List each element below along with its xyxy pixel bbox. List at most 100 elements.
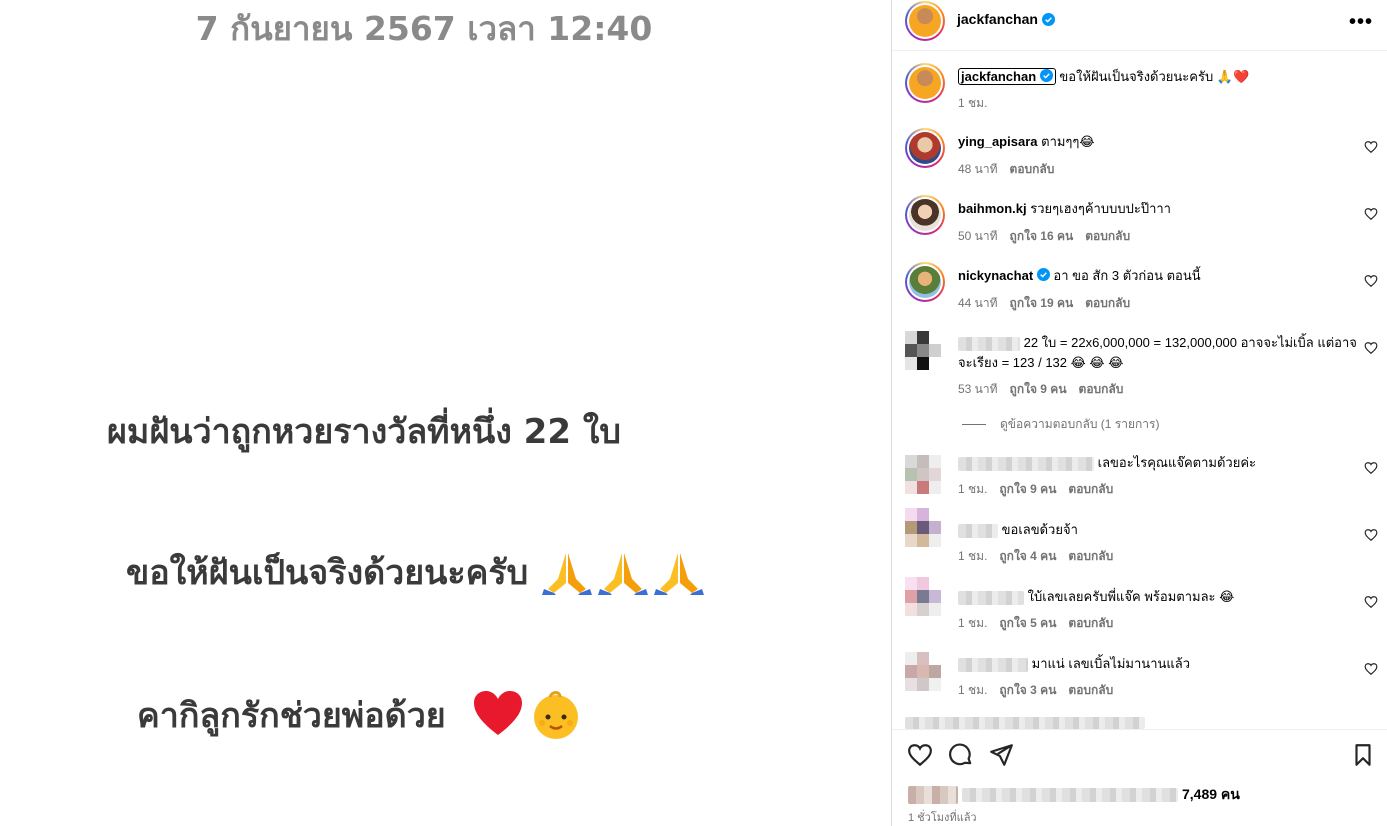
- comment-time: 44 นาที: [958, 296, 998, 310]
- verified-badge-icon: [1041, 12, 1055, 26]
- likes-summary[interactable]: 7,489 คน: [908, 784, 1240, 806]
- reply-button[interactable]: ตอบกลับ: [1068, 547, 1113, 566]
- post-line-2-text: ขอให้ฝันเป็นจริงด้วยนะครับ: [126, 553, 529, 593]
- comment-meta: 1 ชม. ถูกใจ 4 คน ตอบกลับ: [958, 547, 1113, 566]
- comment-body: baihmon.kj รวยๆเฮงๆค้าบบบปะป๊าาา: [958, 199, 1358, 219]
- praying-hands-emoji-row: [542, 549, 705, 595]
- caption-username-box[interactable]: jackfanchan: [958, 68, 1056, 85]
- comment-text: มาแน่ เลขเบิ้ลไม่มานานแล้ว: [1031, 656, 1191, 671]
- caption-time: 1 ชม.: [958, 96, 988, 110]
- post-date-text: 7 กันยายน 2567 เวลา 12:40: [195, 9, 653, 48]
- like-comment-icon[interactable]: [1364, 274, 1378, 288]
- comment-likes[interactable]: ถูกใจ 16 คน: [1010, 227, 1074, 246]
- like-comment-icon[interactable]: [1364, 207, 1378, 221]
- comment-likes[interactable]: ถูกใจ 4 คน: [999, 547, 1056, 566]
- like-comment-icon[interactable]: [1364, 595, 1378, 609]
- comment-time: 53 นาที: [958, 382, 998, 396]
- comment-username[interactable]: ying_apisara: [958, 134, 1038, 149]
- comment-avatar[interactable]: [905, 652, 941, 692]
- comment-time: 1 ชม.: [958, 549, 988, 563]
- comment-avatar[interactable]: [905, 262, 945, 302]
- likes-count[interactable]: 7,489 คน: [1182, 784, 1240, 806]
- comment-likes[interactable]: ถูกใจ 19 คน: [1010, 294, 1074, 313]
- comment-avatar[interactable]: [905, 577, 941, 617]
- comment-avatar[interactable]: [905, 331, 941, 371]
- view-replies-button[interactable]: ดูข้อความตอบกลับ (1 รายการ): [962, 415, 1159, 434]
- comment-text: ขอเลขด้วยจ้า: [1001, 522, 1078, 537]
- post-line-1-text: ผมฝันว่าถูกหวยรางวัลที่หนึ่ง 22 ใบ: [107, 412, 622, 452]
- like-comment-icon[interactable]: [1364, 461, 1378, 475]
- blurred-username[interactable]: [958, 523, 998, 538]
- comment-meta: 50 นาที ถูกใจ 16 คน ตอบกลับ: [958, 227, 1130, 246]
- comment-meta: 44 นาที ถูกใจ 19 คน ตอบกลับ: [958, 294, 1130, 313]
- reply-button[interactable]: ตอบกลับ: [1079, 380, 1124, 399]
- post-image: 7 กันยายน 2567 เวลา 12:40 ผมฝันว่าถูกหวย…: [0, 0, 891, 826]
- blurred-username[interactable]: [958, 590, 1024, 605]
- view-replies-dash: [962, 424, 986, 425]
- comment-meta: 53 นาที ถูกใจ 9 คน ตอบกลับ: [958, 380, 1123, 399]
- author-username-text[interactable]: jackfanchan: [957, 11, 1038, 27]
- comment-meta: 1 ชม. ถูกใจ 3 คน ตอบกลับ: [958, 681, 1113, 700]
- post-actions: 7,489 คน 1 ชั่วโมงที่แล้ว: [892, 729, 1387, 826]
- comment-time: 1 ชม.: [958, 482, 988, 496]
- comment-likes[interactable]: ถูกใจ 5 คน: [999, 614, 1056, 633]
- comment-avatar[interactable]: [905, 128, 945, 168]
- blurred-comment-preview: [905, 717, 1145, 729]
- post-time-ago: 1 ชั่วโมงที่แล้ว: [908, 812, 977, 824]
- verified-badge-icon: [1036, 268, 1050, 281]
- reply-button[interactable]: ตอบกลับ: [1085, 294, 1130, 313]
- reply-button[interactable]: ตอบกลับ: [1068, 614, 1113, 633]
- like-icon[interactable]: [907, 742, 933, 768]
- post-line-3-text: คากิลูกรักช่วยพ่อด้วย: [137, 696, 446, 736]
- comment-time: 48 นาที: [958, 162, 998, 176]
- comment-likes[interactable]: ถูกใจ 3 คน: [999, 681, 1056, 700]
- reply-button[interactable]: ตอบกลับ: [1068, 480, 1113, 499]
- comment-avatar[interactable]: [905, 508, 941, 548]
- comment-username[interactable]: baihmon.kj: [958, 201, 1027, 216]
- comment-text: เลขอะไรคุณแจ๊คตามด้วยค่ะ: [1097, 455, 1257, 470]
- author-username[interactable]: jackfanchan: [957, 11, 1055, 27]
- comment-body: ขอเลขด้วยจ้า: [958, 520, 1358, 540]
- comment-text: ตามๆๆ😂: [1041, 134, 1095, 149]
- comment-avatar[interactable]: [905, 455, 941, 495]
- comment-body: ying_apisara ตามๆๆ😂: [958, 132, 1358, 152]
- comment-icon[interactable]: [948, 742, 974, 768]
- blurred-username[interactable]: [958, 657, 1028, 672]
- like-comment-icon[interactable]: [1364, 140, 1378, 154]
- comment-body: เลขอะไรคุณแจ๊คตามด้วยค่ะ: [958, 453, 1358, 473]
- comment-avatar[interactable]: [905, 195, 945, 235]
- blurred-username[interactable]: [958, 456, 1094, 471]
- comment-username[interactable]: nickynachat: [958, 268, 1033, 283]
- share-icon[interactable]: [988, 742, 1014, 768]
- view-replies-text[interactable]: ดูข้อความตอบกลับ (1 รายการ): [1000, 415, 1159, 434]
- praying-hands-icon: [598, 553, 649, 595]
- like-comment-icon[interactable]: [1364, 341, 1378, 355]
- bookmark-icon[interactable]: [1350, 742, 1376, 768]
- reply-button[interactable]: ตอบกลับ: [1085, 227, 1130, 246]
- heart-baby-emoji-row: [472, 689, 582, 741]
- praying-hands-icon: [542, 553, 593, 595]
- author-avatar[interactable]: [905, 1, 945, 41]
- more-options-button[interactable]: •••: [1349, 11, 1373, 34]
- comment-likes[interactable]: ถูกใจ 9 คน: [999, 480, 1056, 499]
- post-header: jackfanchan •••: [892, 0, 1387, 51]
- comment-time: 50 นาที: [958, 229, 998, 243]
- post-side-panel: jackfanchan ••• jackfanchan ขอให้ฝันเป็น…: [891, 0, 1387, 826]
- comment-text: อา ขอ สัก 3 ตัวก่อน ตอนนี้: [1053, 268, 1201, 283]
- like-comment-icon[interactable]: [1364, 662, 1378, 676]
- reply-button[interactable]: ตอบกลับ: [1068, 681, 1113, 700]
- post-line-3: คากิลูกรักช่วยพ่อด้วย: [137, 688, 582, 742]
- caption-avatar[interactable]: [905, 63, 945, 103]
- comment-meta: 1 ชม. ถูกใจ 9 คน ตอบกลับ: [958, 480, 1113, 499]
- caption-username[interactable]: jackfanchan: [961, 69, 1036, 84]
- comment-text: รวยๆเฮงๆค้าบบบปะป๊าาา: [1030, 201, 1171, 216]
- reply-button[interactable]: ตอบกลับ: [1010, 160, 1055, 179]
- comment-meta: 1 ชม. ถูกใจ 5 คน ตอบกลับ: [958, 614, 1113, 633]
- comment-likes[interactable]: ถูกใจ 9 คน: [1010, 380, 1067, 399]
- praying-hands-icon: [654, 553, 705, 595]
- comment-time: 1 ชม.: [958, 616, 988, 630]
- like-comment-icon[interactable]: [1364, 528, 1378, 542]
- comment-body: มาแน่ เลขเบิ้ลไม่มานานแล้ว: [958, 654, 1358, 674]
- blurred-username[interactable]: [958, 336, 1020, 351]
- caption-meta: 1 ชม.: [958, 94, 987, 113]
